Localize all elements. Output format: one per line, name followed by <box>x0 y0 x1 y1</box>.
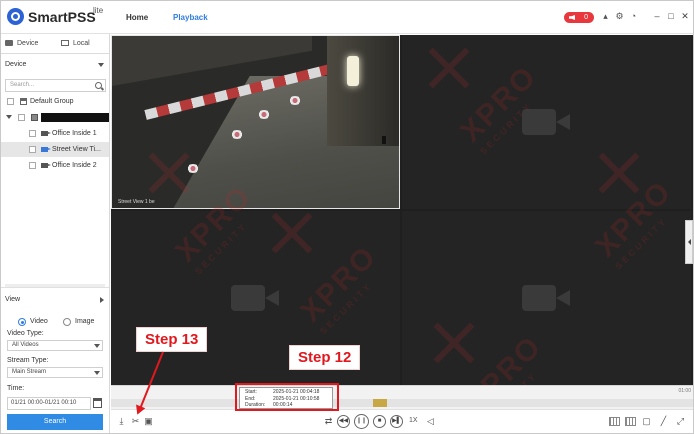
window-layout-icon[interactable]: ▢ <box>641 416 652 427</box>
user-icon[interactable]: ▴ <box>601 12 610 21</box>
smartpss-window: SmartPSS lite Home Playback 0 ▴ ⚙ ◔ – □ … <box>0 0 694 434</box>
time-range-input[interactable]: 01/21 00:00-01/21 00:10 <box>7 397 91 410</box>
device-dropdown[interactable]: Device <box>5 58 106 72</box>
video-type-label: Video Type: <box>7 330 44 337</box>
checkbox[interactable] <box>7 98 14 105</box>
maximize-button[interactable]: □ <box>666 11 676 21</box>
chevron-down-icon <box>94 344 100 348</box>
camera-osd-label: Street View 1 be <box>118 199 155 205</box>
empty-window-camera-icon <box>521 105 572 139</box>
playback-timeline[interactable]: 01:00 <box>111 385 693 409</box>
video-type-select[interactable]: All Videos <box>7 340 103 351</box>
checkbox[interactable] <box>29 130 36 137</box>
stop-button[interactable]: ■ <box>373 415 386 428</box>
minimize-button[interactable]: – <box>652 11 662 21</box>
empty-window-camera-icon <box>230 281 281 315</box>
playback-speed[interactable]: 1X <box>409 417 418 424</box>
calendar-icon[interactable] <box>93 398 102 408</box>
video-window-4[interactable] <box>402 211 691 385</box>
time-label: Time: <box>7 385 25 392</box>
camera-icon <box>41 147 51 152</box>
tree-default-group[interactable]: Default Group <box>1 94 109 109</box>
stream-type-select[interactable]: Main Stream <box>7 367 103 378</box>
fullscreen-icon[interactable]: ⤢ <box>675 416 686 427</box>
step-13-callout: Step 13 <box>136 327 208 352</box>
timeline-end-label: 01:00 <box>678 388 691 394</box>
sync-playback-icon[interactable]: ⇄ <box>323 416 334 427</box>
snapshot-icon[interactable]: ▣ <box>143 416 154 427</box>
chevron-down-icon <box>94 371 100 375</box>
rewind-button[interactable]: ◀◀ <box>337 415 350 428</box>
device-search-input[interactable]: Search... <box>5 79 106 92</box>
settings-gear-icon[interactable]: ⚙ <box>615 12 624 21</box>
search-icon[interactable] <box>95 82 102 89</box>
chevron-down-icon <box>98 63 104 67</box>
checkbox[interactable] <box>29 146 36 153</box>
local-folder-icon <box>61 40 69 47</box>
video-window-2[interactable] <box>402 35 691 209</box>
video-window-1[interactable]: Street View 1 be <box>111 35 400 209</box>
divider <box>1 287 109 288</box>
tab-local[interactable]: Local <box>61 34 105 54</box>
pause-button[interactable]: ❙❙ <box>354 414 369 429</box>
collapse-panel-handle[interactable] <box>685 220 693 264</box>
chevron-right-icon <box>100 297 104 303</box>
close-button[interactable]: ✕ <box>680 11 690 21</box>
performance-gauge-icon[interactable]: ◔ <box>629 12 638 21</box>
device-icon <box>5 40 13 47</box>
step-12-callout: Step 12 <box>289 345 361 370</box>
tree-channel-2[interactable]: Street View Ti... <box>1 142 109 157</box>
nvr-device-icon <box>31 114 38 121</box>
smartpss-logo-icon <box>7 8 24 25</box>
step12-highlight-box <box>235 383 339 411</box>
playback-controls: ⤓ ✂ ▣ ⇄ ◀◀ ❙❙ ■ ▶▌ 1X ◁ ▢ ╱ ⤢ <box>111 409 693 433</box>
nav-playback[interactable]: Playback <box>173 13 208 22</box>
tree-channel-1[interactable]: Office Inside 1 <box>1 126 109 141</box>
app-brand: SmartPSS <box>28 9 96 25</box>
edit-icon[interactable]: ╱ <box>658 416 669 427</box>
video-radio[interactable] <box>18 318 26 326</box>
expand-arrow-icon[interactable] <box>6 115 12 119</box>
split-layout-button[interactable] <box>625 417 636 426</box>
street-camera-feed <box>112 36 399 208</box>
split-layout-button[interactable] <box>609 417 620 426</box>
volume-icon[interactable]: ◁ <box>425 416 436 427</box>
source-tabs: Device Local <box>1 34 109 54</box>
nav-home[interactable]: Home <box>126 13 148 22</box>
empty-window-camera-icon <box>521 281 572 315</box>
next-frame-button[interactable]: ▶▌ <box>390 415 403 428</box>
app-brand-suffix: lite <box>93 6 104 15</box>
clip-scissors-icon[interactable]: ✂ <box>130 416 141 427</box>
video-radio-label: Video <box>30 318 48 325</box>
recorded-clip-segment[interactable] <box>373 399 387 407</box>
alarm-badge[interactable]: 0 <box>564 12 594 23</box>
organization-icon <box>20 98 27 105</box>
tree-channel-3[interactable]: Office Inside 2 <box>1 158 109 173</box>
checkbox[interactable] <box>18 114 25 121</box>
left-panel: Device Local Device Search... Default Gr… <box>1 34 110 433</box>
image-radio[interactable] <box>63 318 71 326</box>
tree-device-node[interactable] <box>1 110 109 125</box>
redacted-device-name <box>41 113 109 122</box>
search-button[interactable]: Search <box>7 414 103 430</box>
top-bar: SmartPSS lite Home Playback 0 ▴ ⚙ ◔ – □ … <box>1 1 693 34</box>
camera-icon <box>41 131 51 136</box>
tab-device[interactable]: Device <box>5 34 55 54</box>
stream-type-label: Stream Type: <box>7 357 49 364</box>
timeline-track[interactable] <box>111 399 693 407</box>
view-section-toggle[interactable]: View <box>5 293 106 307</box>
image-radio-label: Image <box>75 318 95 325</box>
camera-icon <box>41 163 51 168</box>
download-icon[interactable]: ⤓ <box>116 416 127 427</box>
checkbox[interactable] <box>29 162 36 169</box>
